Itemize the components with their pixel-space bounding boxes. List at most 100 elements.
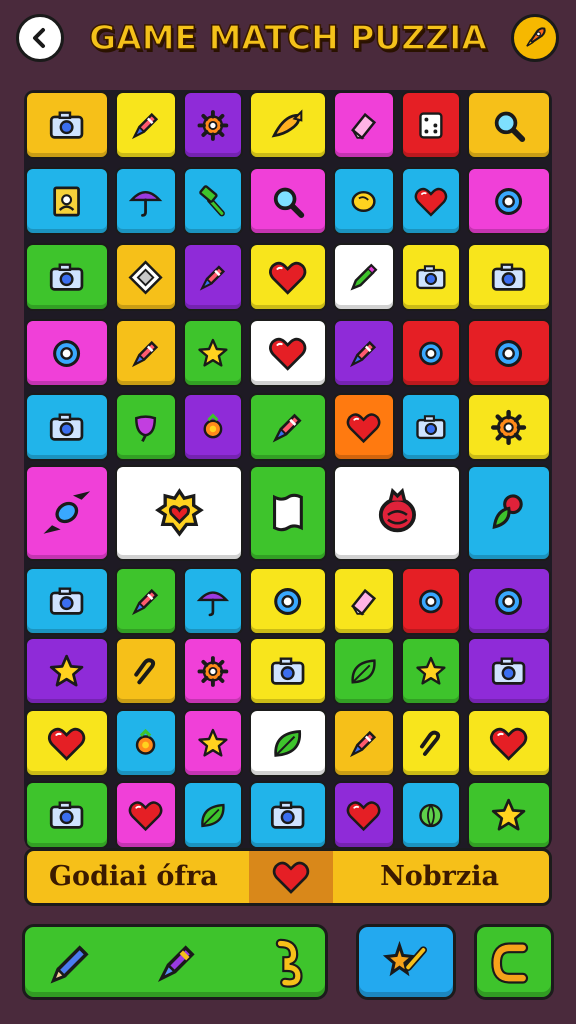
tile-heart[interactable] <box>467 709 551 777</box>
tile-eraser[interactable] <box>333 567 395 635</box>
tile-ring[interactable] <box>401 319 461 387</box>
tile-clip[interactable] <box>115 637 177 705</box>
pencil-icon <box>50 945 89 984</box>
tile-berry[interactable] <box>183 393 243 461</box>
tile-camera[interactable] <box>25 393 109 461</box>
star-wand-button[interactable] <box>356 924 456 1000</box>
tile-candy[interactable] <box>25 465 109 561</box>
tile-tulip[interactable] <box>115 393 177 461</box>
gear-icon <box>197 109 229 141</box>
tile-crayon[interactable] <box>183 243 243 311</box>
tile-crayon[interactable] <box>333 319 395 387</box>
tile-heart[interactable] <box>333 393 395 461</box>
tile-pomegranate[interactable] <box>333 465 461 561</box>
tile-camera[interactable] <box>401 393 461 461</box>
settings-button[interactable] <box>511 14 559 62</box>
tile-camera[interactable] <box>25 243 109 311</box>
tile-dice[interactable] <box>401 91 461 159</box>
tile-camera[interactable] <box>249 637 327 705</box>
tile-camera[interactable] <box>25 91 109 159</box>
magnet-button[interactable] <box>474 924 554 1000</box>
chevron-left-icon <box>33 28 45 48</box>
tile-rose[interactable] <box>467 465 551 561</box>
ring-icon <box>495 587 523 615</box>
magnifier-icon <box>274 187 305 218</box>
tile-heart[interactable] <box>115 781 177 849</box>
tile-ring[interactable] <box>467 319 551 387</box>
camera-icon <box>50 586 84 615</box>
tile-star[interactable] <box>183 319 243 387</box>
tile-ring[interactable] <box>467 167 551 235</box>
clip-icon <box>134 657 156 684</box>
tile-magnifier[interactable] <box>249 167 327 235</box>
tile-flag[interactable] <box>249 465 327 561</box>
tile-flower-heart[interactable] <box>115 465 243 561</box>
star-icon <box>50 654 84 687</box>
tile-star[interactable] <box>183 709 243 777</box>
camera-icon <box>492 656 526 685</box>
star-icon <box>198 728 228 757</box>
tile-camera[interactable] <box>467 637 551 705</box>
tile-camera[interactable] <box>25 567 109 635</box>
tile-umbrella[interactable] <box>183 567 243 635</box>
hammer-icon <box>199 184 225 216</box>
tile-leaf[interactable] <box>183 781 243 849</box>
tile-ring[interactable] <box>25 319 109 387</box>
tile-marker[interactable] <box>333 243 395 311</box>
ring-icon <box>419 341 443 365</box>
tile-leaf[interactable] <box>249 709 327 777</box>
tile-crayon[interactable] <box>115 91 177 159</box>
pomegranate-icon <box>378 488 416 533</box>
tile-camera[interactable] <box>401 243 461 311</box>
tile-camera[interactable] <box>467 243 551 311</box>
tile-gear[interactable] <box>183 91 243 159</box>
tile-fish[interactable] <box>249 91 327 159</box>
crayon-icon <box>350 340 377 367</box>
tile-gear[interactable] <box>183 637 243 705</box>
tile-berry[interactable] <box>115 709 177 777</box>
tile-melon[interactable] <box>401 781 461 849</box>
tile-camera[interactable] <box>25 781 109 849</box>
tile-star[interactable] <box>467 781 551 849</box>
tile-gear[interactable] <box>467 393 551 461</box>
tile-star[interactable] <box>401 637 461 705</box>
tile-camera[interactable] <box>249 781 327 849</box>
tile-heart[interactable] <box>333 781 395 849</box>
tile-star[interactable] <box>25 637 109 705</box>
camera-icon <box>50 110 84 139</box>
tile-heart[interactable] <box>25 709 109 777</box>
tile-heart[interactable] <box>401 167 461 235</box>
tile-crayon[interactable] <box>115 319 177 387</box>
heart-icon <box>414 187 448 217</box>
ring-icon <box>419 589 443 613</box>
tile-frame[interactable] <box>115 243 177 311</box>
heart-slot <box>249 851 333 903</box>
camera-icon <box>50 262 84 291</box>
back-button[interactable] <box>16 14 64 62</box>
game-title: GAME MATCH PUZZIA <box>88 17 487 58</box>
tile-clip[interactable] <box>401 709 461 777</box>
tile-heart[interactable] <box>249 243 327 311</box>
tile-ring[interactable] <box>467 567 551 635</box>
tile-leaf[interactable] <box>333 637 395 705</box>
tile-crayon[interactable] <box>115 567 177 635</box>
tile-magnifier[interactable] <box>467 91 551 159</box>
tile-umbrella[interactable] <box>115 167 177 235</box>
leaf-icon <box>274 729 302 757</box>
tile-photo[interactable] <box>25 167 109 235</box>
tile-heart[interactable] <box>249 319 327 387</box>
gear-icon <box>197 655 229 687</box>
tile-crayon[interactable] <box>333 709 395 777</box>
star-icon <box>492 798 526 831</box>
tile-crayon[interactable] <box>249 393 327 461</box>
tile-ring[interactable] <box>249 567 327 635</box>
tile-lemon[interactable] <box>333 167 395 235</box>
camera-icon <box>416 414 446 439</box>
booster-panel[interactable] <box>22 924 328 1000</box>
leaf-icon <box>351 658 377 684</box>
tile-hammer[interactable] <box>183 167 243 235</box>
heart-icon <box>48 727 86 761</box>
star-icon <box>416 656 446 685</box>
tile-ring[interactable] <box>401 567 461 635</box>
tile-eraser[interactable] <box>333 91 395 159</box>
